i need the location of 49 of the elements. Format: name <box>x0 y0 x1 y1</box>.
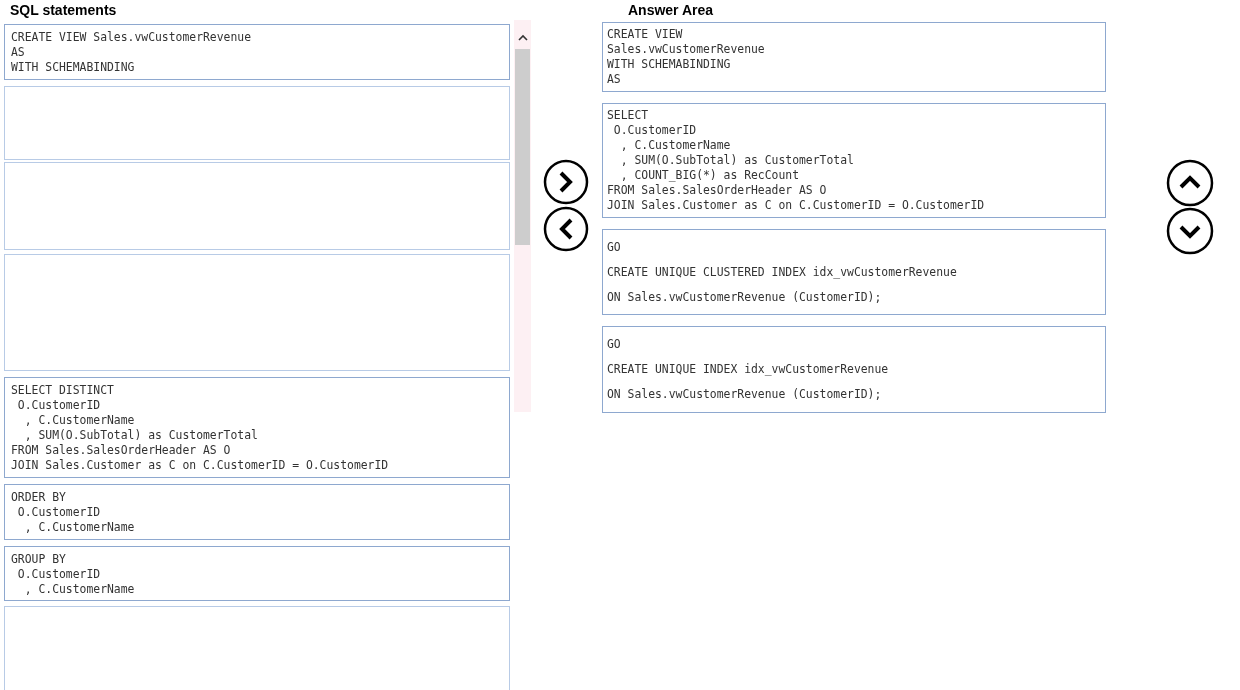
scrollbar-thumb[interactable] <box>515 49 530 245</box>
code-line: , C.CustomerName <box>23 520 136 535</box>
code-line: CREATE UNIQUE INDEX idx_vwCustomerRevenue <box>607 361 890 378</box>
code-line: GO <box>607 336 622 353</box>
code-line: , C.CustomerName <box>619 138 732 153</box>
code-line: , C.CustomerName <box>23 582 136 597</box>
move-up-icon[interactable] <box>1166 159 1214 207</box>
panel-title: SQL statements <box>9 1 118 20</box>
code-line: O.CustomerID <box>16 567 102 582</box>
move-down-icon[interactable] <box>1166 207 1214 255</box>
code-line: ORDER BY <box>11 490 67 505</box>
answer-statement-tile[interactable]: GO CREATE UNIQUE CLUSTERED INDEX idx_vwCustomerRevenue ON Sales.vwCustomerRevenue (CustomerID); <box>602 229 1106 315</box>
code-line: , COUNT_BIG(*) as RecCount <box>619 168 801 183</box>
code-line: AS <box>11 45 26 60</box>
scrollbar[interactable] <box>514 20 531 412</box>
code-line: WITH SCHEMABINDING <box>11 60 136 75</box>
code-line: O.CustomerID <box>16 505 102 520</box>
code-line: O.CustomerID <box>16 398 102 413</box>
code-line: SELECT DISTINCT <box>11 383 115 398</box>
code-line: AS <box>607 72 622 87</box>
code-line: FROM Sales.SalesOrderHeader AS O <box>607 183 828 198</box>
code-line: JOIN Sales.Customer as C on C.CustomerID = O.CustomerID <box>11 458 390 473</box>
code-line: CREATE UNIQUE CLUSTERED INDEX idx_vwCustomerRevenue <box>607 264 958 281</box>
code-line: SELECT <box>607 108 650 123</box>
sql-statement-tile[interactable]: ORDER BY O.CustomerID , C.CustomerName <box>4 484 510 540</box>
sql-statement-tile[interactable]: CREATE VIEW Sales.vwCustomerRevenue AS WITH SCHEMABINDING <box>4 24 510 80</box>
code-line: , SUM(O.SubTotal) as CustomerTotal <box>23 428 259 443</box>
code-line: , C.CustomerName <box>23 413 136 428</box>
answer-statement-tile[interactable]: GO CREATE UNIQUE INDEX idx_vwCustomerRevenue ON Sales.vwCustomerRevenue (CustomerID); <box>602 326 1106 413</box>
code-line: Sales.vwCustomerRevenue <box>607 42 766 57</box>
code-line: GO <box>607 239 622 256</box>
code-line: CREATE VIEW Sales.vwCustomerRevenue <box>11 30 253 45</box>
answer-statement-tile[interactable]: CREATE VIEW Sales.vwCustomerRevenue WITH SCHEMABINDING AS <box>602 22 1106 92</box>
code-line: ON Sales.vwCustomerRevenue (CustomerID); <box>607 386 883 403</box>
answer-statement-tile[interactable]: SELECT O.CustomerID , C.CustomerName , SUM(O.SubTotal) as CustomerTotal , COUNT_BIG(*) as RecCount FROM Sales.SalesOrderHeader AS O JOIN Sales.Customer as C on C.CustomerID = O.CustomerID <box>602 103 1106 218</box>
move-right-icon[interactable] <box>543 159 589 205</box>
sql-statement-tile[interactable]: GROUP BY O.CustomerID , C.CustomerName <box>4 546 510 601</box>
code-line: GROUP BY <box>11 552 67 567</box>
sql-statement-tile[interactable]: SELECT DISTINCT O.CustomerID , C.CustomerName , SUM(O.SubTotal) as CustomerTotal FROM Sales.SalesOrderHeader AS O JOIN Sales.Customer as C on C.CustomerID = O.CustomerID <box>4 377 510 478</box>
panel-title: Answer Area <box>627 1 715 20</box>
code-line: O.CustomerID <box>612 123 698 138</box>
scroll-up-icon[interactable] <box>517 34 528 41</box>
code-line: , SUM(O.SubTotal) as CustomerTotal <box>619 153 855 168</box>
move-left-icon[interactable] <box>543 206 589 252</box>
code-line: FROM Sales.SalesOrderHeader AS O <box>11 443 232 458</box>
code-line: JOIN Sales.Customer as C on C.CustomerID = O.CustomerID <box>607 198 986 213</box>
code-line: CREATE VIEW <box>607 27 684 42</box>
code-line: WITH SCHEMABINDING <box>607 57 732 72</box>
code-line: ON Sales.vwCustomerRevenue (CustomerID); <box>607 289 883 306</box>
